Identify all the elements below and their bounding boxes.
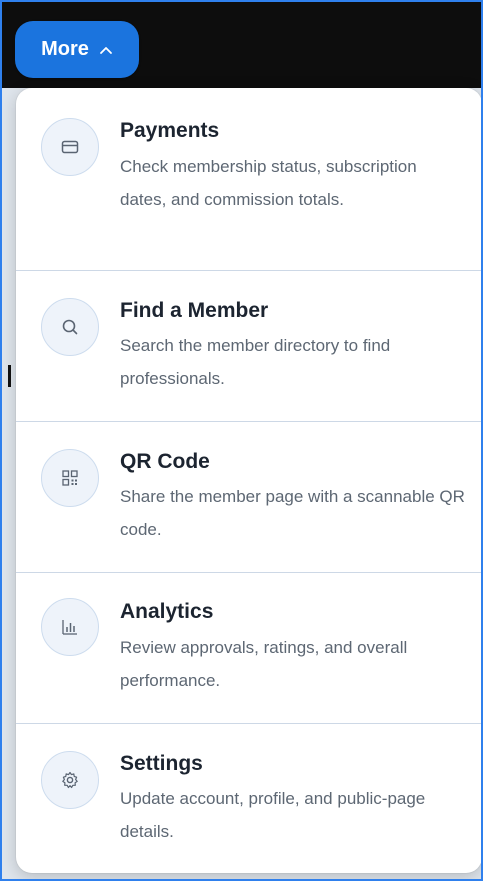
- menu-item-analytics[interactable]: Analytics Review approvals, ratings, and…: [16, 573, 481, 723]
- more-dropdown-menu: Payments Check membership status, subscr…: [16, 88, 481, 873]
- menu-item-title: Settings: [120, 752, 203, 775]
- find-member-icon-badge: [41, 298, 99, 356]
- bar-chart-icon: [62, 620, 77, 635]
- menu-item-description: Search the member directory to find prof…: [120, 336, 391, 388]
- credit-card-icon: [61, 140, 79, 154]
- settings-icon-badge: [41, 751, 99, 809]
- menu-item-title: Find a Member: [120, 299, 269, 322]
- menu-item-settings[interactable]: Settings Update account, profile, and pu…: [16, 724, 481, 873]
- menu-item-qr-code[interactable]: QR Code Share the member page with a sca…: [16, 422, 481, 572]
- more-button[interactable]: More: [15, 21, 139, 78]
- menu-item-description: Share the member page with a scannable Q…: [120, 487, 465, 539]
- menu-item-title: QR Code: [120, 450, 210, 473]
- qr-code-icon-badge: [41, 449, 99, 507]
- menu-item-description: Update account, profile, and public-page…: [120, 789, 426, 841]
- payments-icon-badge: [41, 118, 99, 176]
- search-icon: [62, 319, 78, 335]
- menu-item-description: Check membership status, subscription da…: [120, 157, 417, 209]
- analytics-icon-badge: [41, 598, 99, 656]
- more-button-label: More: [41, 38, 89, 60]
- gear-icon: [62, 771, 78, 789]
- menu-item-title: Analytics: [120, 600, 214, 623]
- menu-item-payments[interactable]: Payments Check membership status, subscr…: [16, 88, 481, 270]
- menu-item-title: Payments: [120, 119, 220, 142]
- app-frame: More Payments Check membership status, s…: [0, 0, 483, 881]
- menu-item-find-a-member[interactable]: Find a Member Search the member director…: [16, 271, 481, 421]
- chevron-up-icon: [99, 46, 112, 54]
- menu-item-description: Review approvals, ratings, and overall p…: [120, 638, 408, 690]
- qr-code-icon: [62, 470, 78, 486]
- background-marker: [8, 365, 11, 387]
